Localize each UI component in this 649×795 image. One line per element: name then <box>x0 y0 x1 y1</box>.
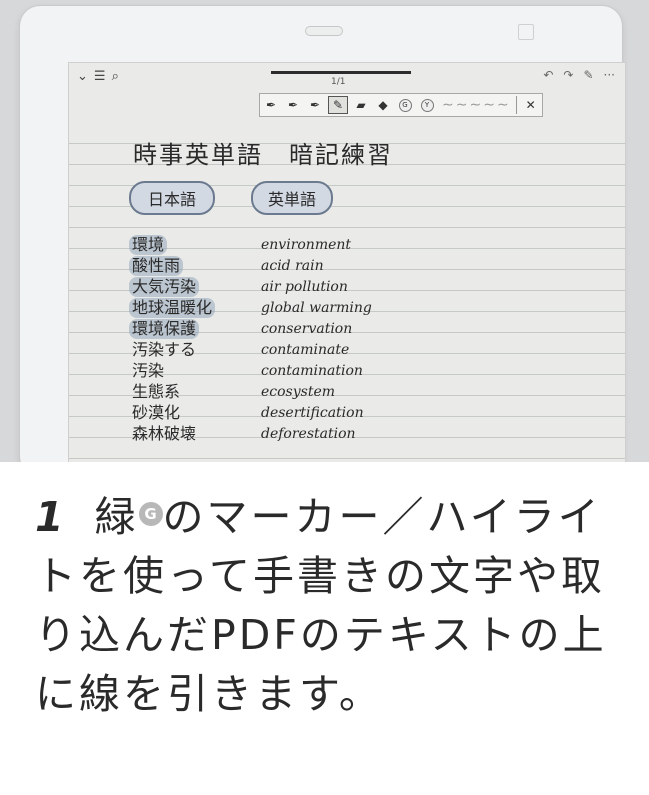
menu-icon[interactable]: ☰ <box>94 69 106 84</box>
page-scrollbar[interactable] <box>271 71 411 74</box>
page-indicator: 1/1 <box>331 77 346 87</box>
toolbar-right: ↶ ↷ ✎ ··· <box>543 68 615 82</box>
green-marker-button[interactable]: G <box>394 95 416 115</box>
e-paper-device: ⌄ ☰ ⌕ 1/1 ↶ ↷ ✎ ··· ✒ ✒ ✒ ✎ ▰ ◆ G Y ∼∼ <box>20 6 626 462</box>
header-english: 英単語 <box>251 181 333 215</box>
chevron-down-icon[interactable]: ⌄ <box>77 69 88 84</box>
device-slot <box>305 26 343 36</box>
pen-toolbar: ✒ ✒ ✒ ✎ ▰ ◆ G Y ∼ ∼ ∼ ∼ ∼ ✕ <box>259 93 543 117</box>
vocab-ja: 酸性雨 <box>129 256 184 276</box>
vocab-ja: 大気汚染 <box>129 277 200 297</box>
header-japanese: 日本語 <box>129 181 215 215</box>
undo-icon[interactable]: ↶ <box>543 68 553 82</box>
toolbar-divider <box>515 96 517 114</box>
vocab-ja: 汚染 <box>132 361 165 380</box>
vocab-en: air pollution <box>261 279 348 295</box>
vocab-ja: 砂漠化 <box>132 403 181 422</box>
instruction-caption: 1 緑 G のマーカー／ハイライトを使って手書きの文字や取り込んだPDFのテキストの上… <box>35 488 625 724</box>
pen-tool-2-icon[interactable]: ✒ <box>282 95 304 115</box>
step-number: 1 <box>35 493 67 541</box>
caption-color-word: 緑 <box>94 493 139 541</box>
vocab-en: desertification <box>261 405 364 421</box>
vocab-ja: 森林破壊 <box>132 424 197 443</box>
search-icon[interactable]: ⌕ <box>112 69 119 84</box>
pen-settings-icon[interactable]: ✎ <box>583 68 593 82</box>
vocab-ja: 環境 <box>129 235 168 255</box>
redo-icon[interactable]: ↷ <box>563 68 573 82</box>
vocab-en: acid rain <box>261 258 324 274</box>
yellow-marker-button[interactable]: Y <box>416 95 438 115</box>
vocab-en: environment <box>261 237 352 253</box>
vocab-en: ecosystem <box>261 384 336 400</box>
pen-tool-selected-icon[interactable]: ✎ <box>328 96 348 114</box>
green-marker-label: G <box>398 98 412 112</box>
note-title: 時事英単語 暗記練習 <box>133 141 393 169</box>
green-drop-icon: G <box>138 502 163 526</box>
vocab-en: contamination <box>261 363 363 379</box>
vocab-ja: 生態系 <box>132 382 181 401</box>
nfc-mark-icon <box>518 24 534 40</box>
marker-tool-icon[interactable]: ▰ <box>350 95 372 115</box>
vocab-ja: 汚染する <box>132 340 197 359</box>
device-screen: ⌄ ☰ ⌕ 1/1 ↶ ↷ ✎ ··· ✒ ✒ ✒ ✎ ▰ ◆ G Y ∼∼ <box>68 62 626 462</box>
vocab-ja: 環境保護 <box>129 319 200 339</box>
pen-tool-3-icon[interactable]: ✒ <box>304 95 326 115</box>
vocab-en: global warming <box>261 300 372 316</box>
device-photo: ⌄ ☰ ⌕ 1/1 ↶ ↷ ✎ ··· ✒ ✒ ✒ ✎ ▰ ◆ G Y ∼∼ <box>0 0 649 462</box>
eraser-icon[interactable]: ◆ <box>372 95 394 115</box>
more-icon[interactable]: ··· <box>604 68 615 82</box>
vocab-en: conservation <box>261 321 353 337</box>
yellow-marker-label: Y <box>420 98 434 112</box>
vocab-ja: 地球温暖化 <box>129 298 216 318</box>
toolbar-left: ⌄ ☰ ⌕ <box>77 69 119 84</box>
pen-tool-1-icon[interactable]: ✒ <box>260 95 282 115</box>
vocab-en: contaminate <box>261 342 350 358</box>
close-icon[interactable]: ✕ <box>520 95 542 115</box>
vocab-en: deforestation <box>261 426 356 442</box>
stroke-width-options[interactable]: ∼ ∼ ∼ ∼ ∼ <box>438 97 513 113</box>
